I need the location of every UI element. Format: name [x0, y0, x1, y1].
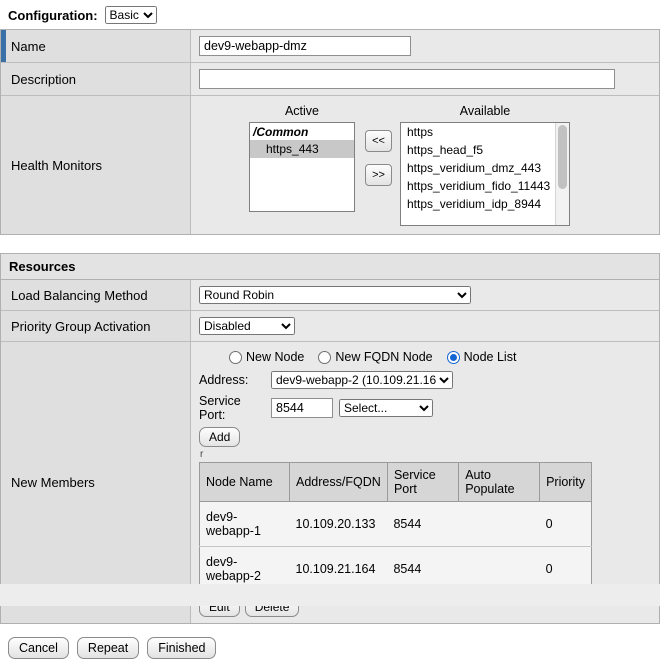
resources-table: Load Balancing Method Round Robin Priori… — [0, 279, 660, 624]
active-group-label: /Common — [250, 123, 354, 140]
priority-group-value-cell: Disabled — [191, 311, 659, 341]
address-row: Address: dev9-webapp-2 (10.109.21.164) — [199, 371, 651, 389]
description-row: Description — [1, 63, 659, 96]
finished-button[interactable]: Finished — [147, 637, 216, 659]
cell-node-name: dev9-webapp-1 — [200, 502, 290, 547]
name-row: Name — [1, 30, 659, 63]
health-monitors-row: Health Monitors Active /Common https_443… — [1, 96, 659, 234]
cell-priority: 0 — [540, 502, 592, 547]
new-members-value-cell: New Node New FQDN Node Node List Address… — [191, 342, 659, 623]
col-header-address-fqdn: Address/FQDN — [290, 463, 388, 502]
load-balancing-select[interactable]: Round Robin — [199, 286, 471, 304]
address-select[interactable]: dev9-webapp-2 (10.109.21.164) — [271, 371, 453, 389]
stray-character: r — [200, 452, 651, 457]
radio-icon[interactable] — [229, 351, 242, 364]
active-monitors-column: Active /Common https_443 — [249, 104, 355, 212]
active-monitor-item[interactable]: https_443 — [250, 140, 354, 158]
scrollbar-thumb[interactable] — [558, 125, 567, 189]
address-label: Address: — [199, 373, 265, 387]
radio-new-node-label: New Node — [246, 350, 304, 364]
page-bottom-band — [0, 584, 660, 606]
service-port-row: Service Port: Select... — [199, 394, 651, 422]
radio-new-fqdn-node-label: New FQDN Node — [335, 350, 432, 364]
radio-new-node[interactable]: New Node — [229, 350, 304, 364]
col-header-service-port: Service Port — [387, 463, 458, 502]
priority-group-label-cell: Priority Group Activation — [1, 311, 191, 341]
priority-group-select[interactable]: Disabled — [199, 317, 295, 335]
members-table-header-row: Node Name Address/FQDN Service Port Auto… — [200, 463, 592, 502]
resources-section-header: Resources — [0, 253, 660, 279]
description-label: Description — [11, 72, 76, 87]
available-monitor-item[interactable]: https_veridium_idp_8944 — [401, 195, 569, 213]
name-input[interactable] — [199, 36, 411, 56]
table-row[interactable]: dev9-webapp-1 10.109.20.133 8544 0 — [200, 502, 592, 547]
available-monitor-item[interactable]: https_veridium_fido_11443 — [401, 177, 569, 195]
available-monitor-item[interactable]: https — [401, 123, 569, 141]
health-monitors-value-cell: Active /Common https_443 << >> Available… — [191, 96, 659, 234]
general-properties-table: Name Description Health Monitors Active … — [0, 29, 660, 235]
configuration-bar: Configuration: Basic — [0, 0, 660, 29]
new-members-label-cell: New Members — [1, 342, 191, 623]
radio-node-list-label: Node List — [464, 350, 517, 364]
cell-auto-populate — [459, 502, 540, 547]
cancel-button[interactable]: Cancel — [8, 637, 69, 659]
health-monitors-label-cell: Health Monitors — [1, 96, 191, 234]
monitor-move-buttons: << >> — [365, 130, 392, 186]
add-button[interactable]: Add — [199, 427, 240, 447]
move-to-active-button[interactable]: << — [365, 130, 392, 152]
service-port-select[interactable]: Select... — [339, 399, 433, 417]
description-label-cell: Description — [1, 63, 191, 95]
col-header-auto-populate: Auto Populate — [459, 463, 540, 502]
priority-group-label: Priority Group Activation — [11, 319, 150, 334]
col-header-priority: Priority — [540, 463, 592, 502]
available-monitor-item[interactable]: https_head_f5 — [401, 141, 569, 159]
service-port-label: Service Port: — [199, 394, 265, 422]
load-balancing-label-cell: Load Balancing Method — [1, 280, 191, 310]
health-monitors-label: Health Monitors — [11, 158, 102, 173]
repeat-button[interactable]: Repeat — [77, 637, 139, 659]
col-header-node-name: Node Name — [200, 463, 290, 502]
load-balancing-label: Load Balancing Method — [11, 288, 148, 303]
cell-service-port: 8544 — [387, 502, 458, 547]
new-members-label: New Members — [11, 475, 95, 490]
radio-checked-icon[interactable] — [447, 351, 460, 364]
available-monitors-listbox[interactable]: https https_head_f5 https_veridium_dmz_4… — [400, 122, 570, 226]
description-input[interactable] — [199, 69, 615, 89]
members-table: Node Name Address/FQDN Service Port Auto… — [199, 462, 592, 592]
scrollbar[interactable] — [555, 123, 569, 225]
name-label: Name — [11, 39, 46, 54]
priority-group-row: Priority Group Activation Disabled — [1, 311, 659, 342]
cell-address: 10.109.20.133 — [290, 502, 388, 547]
health-monitors-picker: Active /Common https_443 << >> Available… — [199, 102, 651, 228]
add-button-row: Add — [199, 427, 651, 447]
active-title: Active — [249, 104, 355, 122]
available-title: Available — [400, 104, 570, 122]
available-monitors-column: Available https https_head_f5 https_veri… — [400, 104, 570, 226]
available-monitor-item[interactable]: https_veridium_dmz_443 — [401, 159, 569, 177]
new-members-form: New Node New FQDN Node Node List Address… — [199, 348, 651, 617]
name-value-cell — [191, 30, 659, 62]
configuration-label: Configuration: — [8, 8, 98, 23]
service-port-input[interactable] — [271, 398, 333, 418]
radio-icon[interactable] — [318, 351, 331, 364]
new-members-row: New Members New Node New FQDN Node Node … — [1, 342, 659, 623]
move-to-available-button[interactable]: >> — [365, 164, 392, 186]
node-type-radio-group: New Node New FQDN Node Node List — [229, 350, 651, 364]
load-balancing-row: Load Balancing Method Round Robin — [1, 280, 659, 311]
radio-node-list[interactable]: Node List — [447, 350, 517, 364]
name-label-cell: Name — [1, 30, 191, 62]
configuration-select[interactable]: Basic — [105, 6, 157, 24]
radio-new-fqdn-node[interactable]: New FQDN Node — [318, 350, 432, 364]
footer-button-bar: Cancel Repeat Finished — [8, 637, 660, 659]
description-value-cell — [191, 63, 659, 95]
section-gap — [0, 235, 660, 253]
load-balancing-value-cell: Round Robin — [191, 280, 659, 310]
active-monitors-listbox[interactable]: /Common https_443 — [249, 122, 355, 212]
